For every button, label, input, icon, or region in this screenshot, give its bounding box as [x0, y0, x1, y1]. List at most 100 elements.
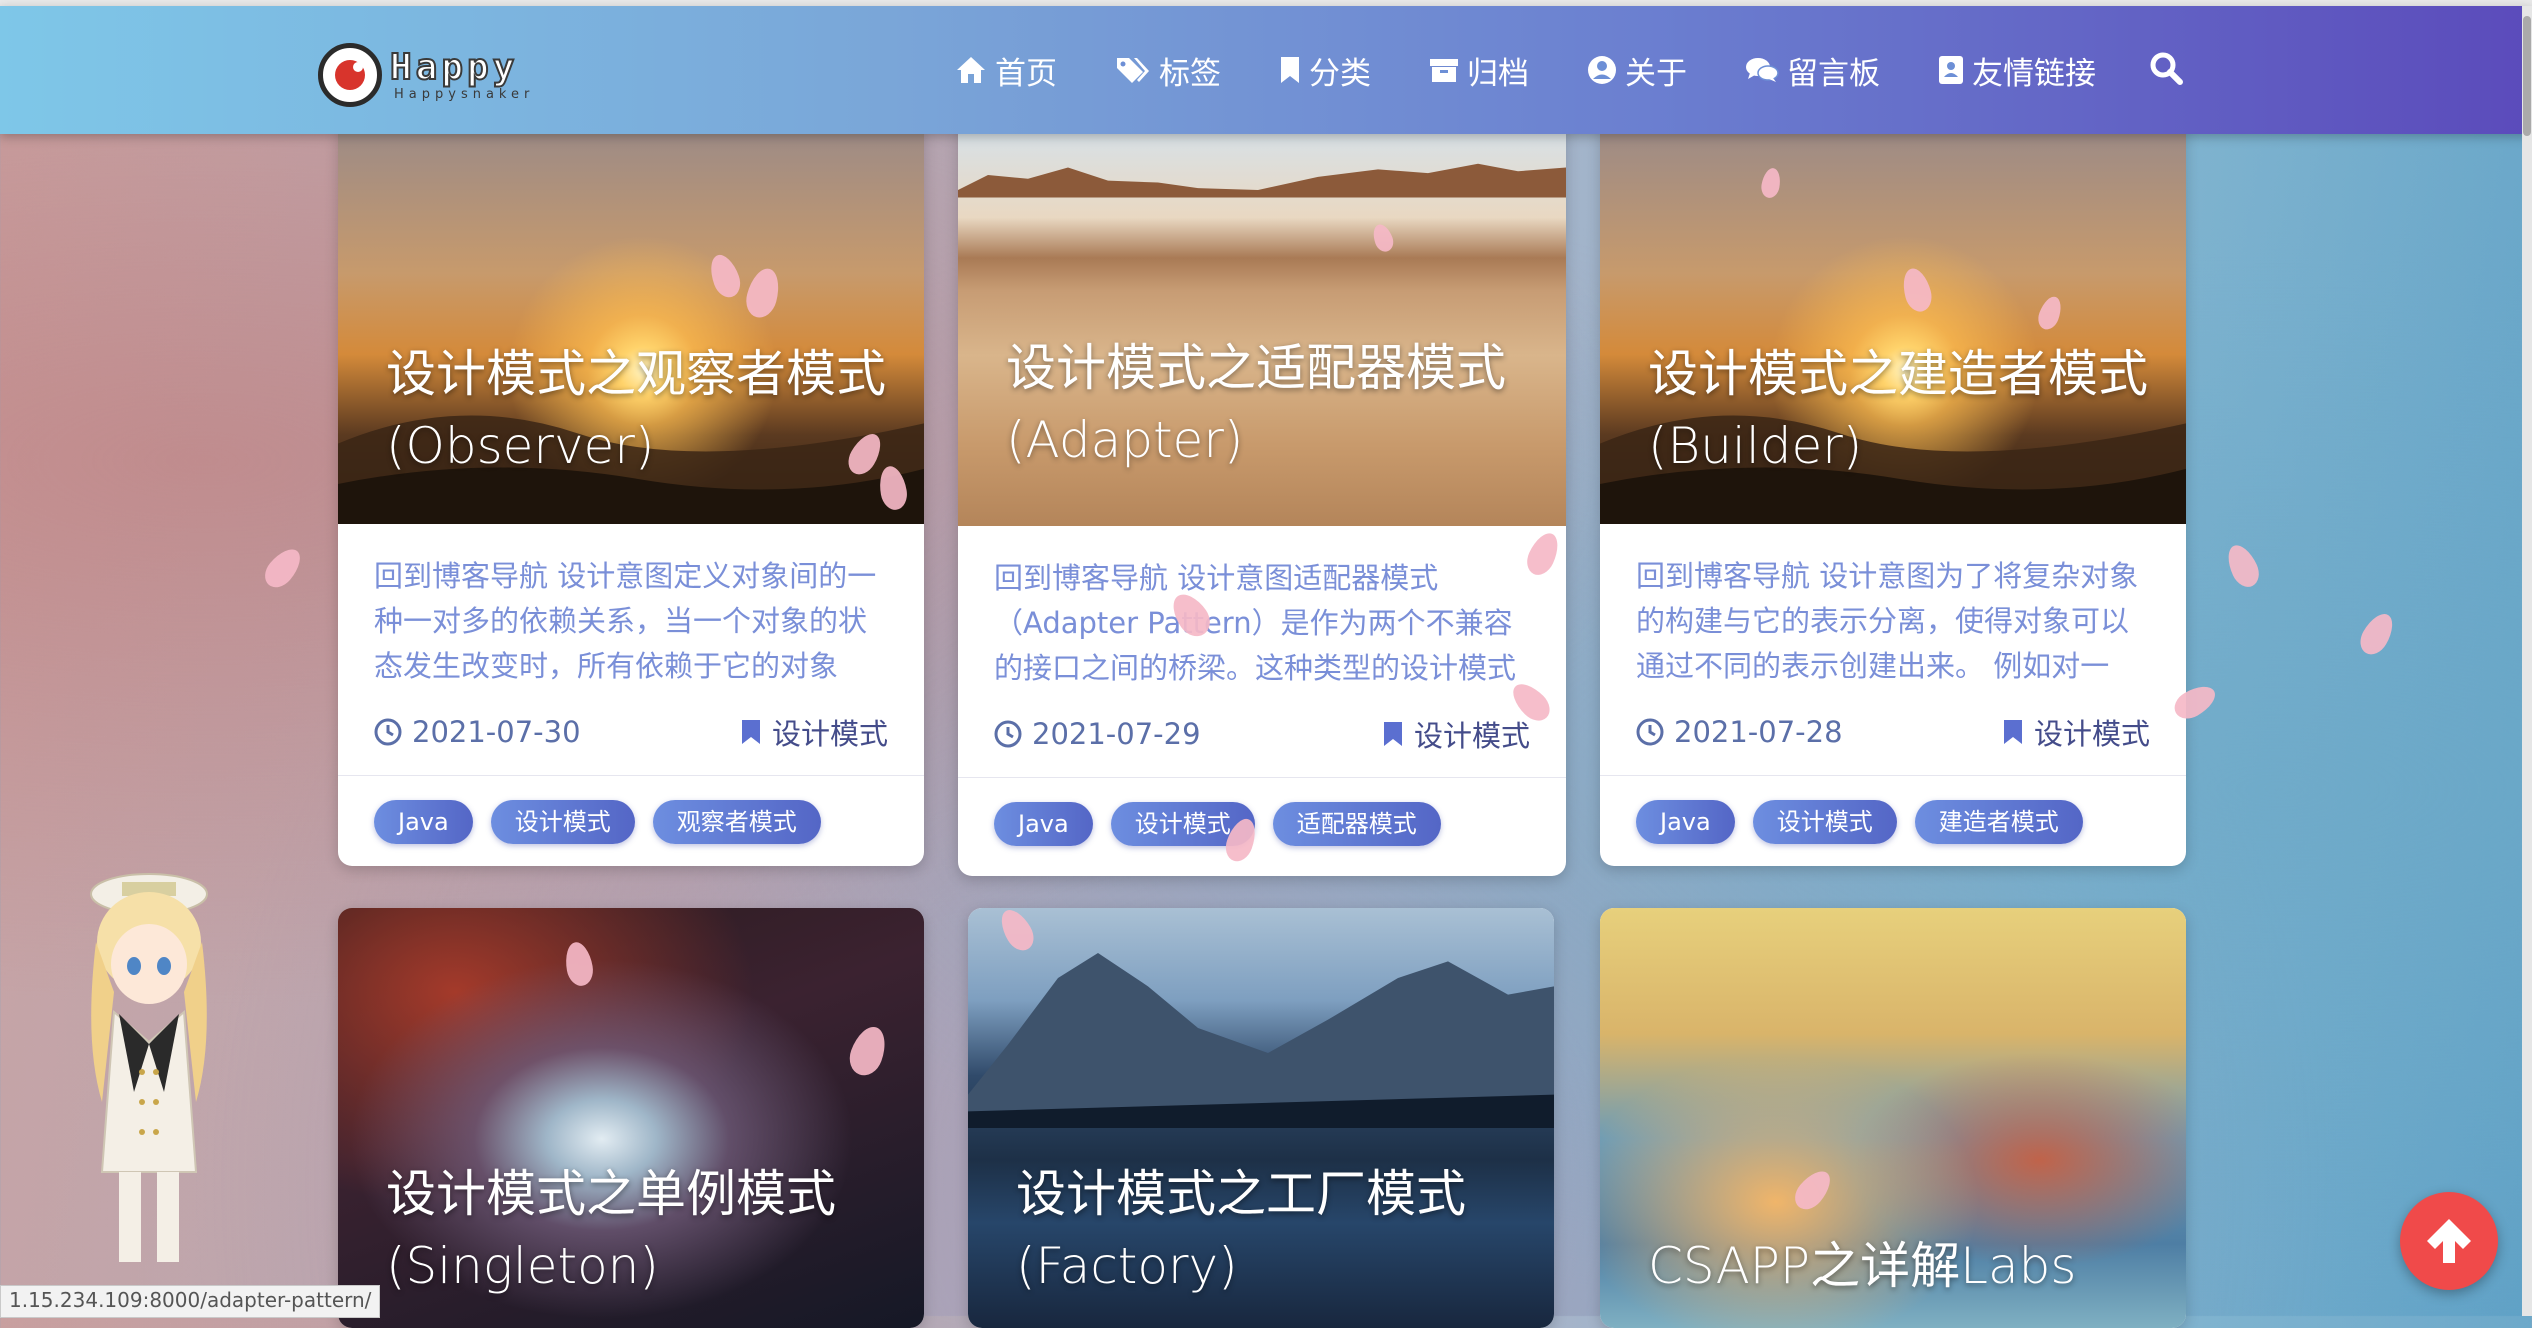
post-cover-image[interactable]: 设计模式之建造者模式 (Builder) — [1600, 120, 2186, 524]
nav-item-label: 留言板 — [1787, 55, 1880, 92]
post-date: 2021-07-29 — [994, 717, 1201, 751]
post-cover-image[interactable]: 设计模式之单例模式 (Singleton) — [338, 908, 924, 1328]
post-category-text: 设计模式 — [1413, 719, 1530, 753]
post-title[interactable]: 设计模式之工厂模式 (Factory) — [1016, 1158, 1466, 1302]
nav-item-label: 首页 — [995, 55, 1057, 92]
tag-chip[interactable]: 适配器模式 — [1272, 802, 1441, 846]
nav-item-about[interactable]: 关于 — [1587, 48, 1687, 93]
nav-item-label: 友情链接 — [1972, 55, 2096, 92]
post-subtitle-text: (Builder) — [1648, 417, 1863, 475]
scrollbar-thumb[interactable] — [2523, 16, 2531, 136]
post-title[interactable]: 设计模式之适配器模式 (Adapter) — [1006, 332, 1506, 476]
post-category[interactable]: 设计模式 — [740, 711, 888, 753]
post-card[interactable]: CSAPP之详解Labs — [1600, 908, 2186, 1328]
post-body: 回到博客导航 设计意图定义对象间的一种一对多的依赖关系，当一个对象的状态发生改变… — [338, 524, 924, 753]
post-card[interactable]: 设计模式之单例模式 (Singleton) — [338, 908, 924, 1328]
sakura-petal — [2221, 540, 2265, 592]
post-body: 回到博客导航 设计意图适配器模式（Adapter Pattern）是作为两个不兼… — [958, 526, 1566, 755]
tags-icon — [1115, 55, 1151, 85]
post-date-text: 2021-07-29 — [1032, 717, 1201, 751]
logo-text: Happy Happysnaker — [389, 46, 535, 102]
nav-item-guestbook[interactable]: 留言板 — [1745, 48, 1880, 93]
post-tags: Java 设计模式 适配器模式 — [958, 777, 1566, 846]
nav-item-label: 关于 — [1625, 55, 1687, 92]
tag-chip[interactable]: Java — [1636, 800, 1735, 844]
bookmark-icon — [1279, 55, 1301, 85]
nav-item-tags[interactable]: 标签 — [1115, 48, 1221, 93]
nav-item-home[interactable]: 首页 — [955, 48, 1057, 93]
sakura-petal — [2354, 608, 2400, 660]
post-date-text: 2021-07-28 — [1674, 715, 1843, 749]
post-meta: 2021-07-29 设计模式 — [994, 713, 1530, 755]
user-circle-icon — [1587, 55, 1617, 85]
navbar: Happy Happysnaker 首页 标签 分类 归档 关于 留言板 友情链… — [0, 6, 2532, 134]
home-icon — [955, 55, 987, 85]
post-date: 2021-07-30 — [374, 715, 581, 749]
arrow-up-icon — [2427, 1219, 2471, 1263]
post-subtitle-text: (Observer) — [386, 417, 655, 475]
post-subtitle-text: (Factory) — [1016, 1237, 1238, 1295]
post-category[interactable]: 设计模式 — [1382, 713, 1530, 755]
post-cover-image[interactable]: 设计模式之适配器模式 (Adapter) — [958, 120, 1566, 526]
comments-icon — [1745, 56, 1779, 84]
nav-item-archive[interactable]: 归档 — [1429, 48, 1529, 93]
mascot-character — [90, 873, 208, 1262]
post-date: 2021-07-28 — [1636, 715, 1843, 749]
tag-chip[interactable]: 建造者模式 — [1914, 800, 2083, 844]
post-card[interactable]: 设计模式之建造者模式 (Builder) 回到博客导航 设计意图为了将复杂对象的… — [1600, 120, 2186, 866]
post-date-text: 2021-07-30 — [412, 715, 581, 749]
post-meta: 2021-07-28 设计模式 — [1636, 711, 2150, 753]
post-card[interactable]: 设计模式之工厂模式 (Factory) — [968, 908, 1554, 1328]
post-title-text: 设计模式之建造者模式 — [1648, 345, 2148, 403]
post-title[interactable]: 设计模式之单例模式 (Singleton) — [386, 1158, 836, 1302]
post-category-text: 设计模式 — [2033, 717, 2150, 751]
tag-chip[interactable]: Java — [994, 802, 1093, 846]
post-title[interactable]: 设计模式之建造者模式 (Builder) — [1648, 338, 2148, 482]
sakura-petal — [258, 542, 308, 594]
post-excerpt: 回到博客导航 设计意图为了将复杂对象的构建与它的表示分离，使得对象可以通过不同的… — [1636, 559, 2139, 683]
post-excerpt: 回到博客导航 设计意图适配器模式（Adapter Pattern）是作为两个不兼… — [994, 561, 1517, 685]
post-category[interactable]: 设计模式 — [2002, 711, 2150, 753]
tag-chip[interactable]: 设计模式 — [1752, 800, 1897, 844]
nav-item-label: 归档 — [1467, 55, 1529, 92]
post-cover-image[interactable]: 设计模式之工厂模式 (Factory) — [968, 908, 1554, 1328]
nav-item-label: 标签 — [1159, 55, 1221, 92]
post-excerpt: 回到博客导航 设计意图定义对象间的一种一对多的依赖关系，当一个对象的状态发生改变… — [374, 559, 877, 683]
clock-icon — [994, 720, 1022, 748]
archive-icon — [1429, 56, 1459, 84]
mountain-silhouette — [968, 953, 1554, 1128]
search-button[interactable] — [2148, 50, 2184, 90]
clock-icon — [374, 718, 402, 746]
post-card[interactable]: 设计模式之适配器模式 (Adapter) 回到博客导航 设计意图适配器模式（Ad… — [958, 120, 1566, 876]
post-card[interactable]: 设计模式之观察者模式 (Observer) 回到博客导航 设计意图定义对象间的一… — [338, 120, 924, 866]
clock-icon — [1636, 718, 1664, 746]
post-title[interactable]: CSAPP之详解Labs — [1648, 1230, 2076, 1302]
post-title-text: 设计模式之观察者模式 — [386, 345, 886, 403]
scroll-to-top-button[interactable] — [2400, 1192, 2498, 1290]
bookmark-icon — [1383, 722, 1402, 746]
tag-chip[interactable]: 观察者模式 — [652, 800, 821, 844]
page-scrollbar[interactable] — [2522, 6, 2532, 1316]
logo-sub-text: Happysnaker — [394, 86, 535, 102]
post-title-text: CSAPP之详解Labs — [1648, 1237, 2077, 1295]
post-subtitle-text: (Adapter) — [1006, 411, 1244, 469]
post-title-text: 设计模式之单例模式 — [386, 1165, 836, 1223]
tag-chip[interactable]: 设计模式 — [490, 800, 635, 844]
status-url-tooltip: 1.15.234.109:8000/adapter-pattern/ — [0, 1285, 381, 1318]
post-cover-image[interactable]: CSAPP之详解Labs — [1600, 908, 2186, 1328]
main-nav: 首页 标签 分类 归档 关于 留言板 友情链接 — [955, 6, 2154, 134]
address-card-icon — [1938, 55, 1964, 85]
post-tags: Java 设计模式 建造者模式 — [1600, 775, 2186, 844]
post-body: 回到博客导航 设计意图为了将复杂对象的构建与它的表示分离，使得对象可以通过不同的… — [1600, 524, 2186, 753]
site-logo[interactable]: Happy Happysnaker — [318, 40, 534, 110]
post-title[interactable]: 设计模式之观察者模式 (Observer) — [386, 338, 886, 482]
post-subtitle-text: (Singleton) — [386, 1237, 659, 1295]
logo-shrimp-icon — [318, 43, 382, 107]
nav-item-categories[interactable]: 分类 — [1279, 48, 1371, 93]
bookmark-icon — [741, 720, 760, 744]
rock-formations — [958, 163, 1566, 198]
nav-item-friend-links[interactable]: 友情链接 — [1938, 48, 2096, 93]
logo-main-text: Happy — [389, 46, 519, 88]
post-cover-image[interactable]: 设计模式之观察者模式 (Observer) — [338, 120, 924, 524]
tag-chip[interactable]: Java — [374, 800, 473, 844]
